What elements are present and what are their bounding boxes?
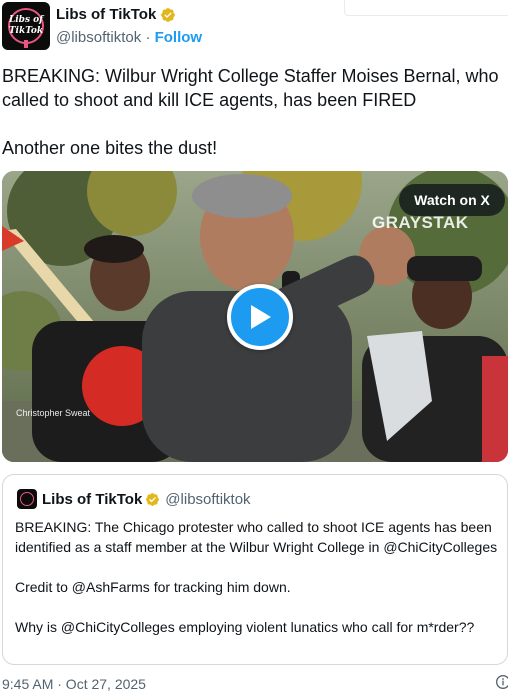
tweet-timestamp[interactable]: 9:45 AM · Oct 27, 2025 xyxy=(2,676,146,692)
author-handle[interactable]: @libsoftiktok xyxy=(56,29,141,46)
quoted-paragraph-3: Why is @ChiCityColleges employing violen… xyxy=(15,619,475,635)
quoted-tweet-header: Libs of TikTok @libsoftiktok xyxy=(17,489,251,509)
quoted-paragraph-2: Credit to @AshFarms for tracking him dow… xyxy=(15,579,291,595)
quoted-paragraph-1: BREAKING: The Chicago protester who call… xyxy=(15,519,498,555)
follow-button[interactable]: Follow xyxy=(155,29,203,46)
tweet-header: Libs of TikTok Libs of TikTok @libsoftik… xyxy=(2,2,202,50)
author-handle-row: @libsoftiktok · Follow xyxy=(56,29,202,46)
quoted-author-avatar xyxy=(17,489,37,509)
quoted-author-handle: @libsoftiktok xyxy=(165,490,251,508)
quoted-verified-badge-icon xyxy=(146,492,160,506)
author-display-name[interactable]: Libs of TikTok xyxy=(56,6,156,23)
tweet-text-line1: BREAKING: Wilbur Wright College Staffer … xyxy=(2,66,499,110)
quoted-author-name: Libs of TikTok xyxy=(42,490,143,508)
play-icon xyxy=(251,305,271,329)
handle-separator: · xyxy=(145,29,151,46)
verified-badge-icon xyxy=(161,7,176,22)
video-thumbnail[interactable]: Watch on X GRAYSTAK Christopher Sweat xyxy=(2,171,508,462)
author-avatar[interactable]: Libs of TikTok xyxy=(2,2,50,50)
author-name-row: Libs of TikTok xyxy=(56,6,202,23)
quoted-avatar-ring xyxy=(20,492,34,506)
info-icon[interactable] xyxy=(495,674,508,690)
tweet-text-line2: Another one bites the dust! xyxy=(2,138,218,158)
quoted-tweet-text: BREAKING: The Chicago protester who call… xyxy=(15,517,503,637)
video-credit: Christopher Sweat xyxy=(16,408,91,418)
play-button[interactable] xyxy=(227,284,293,350)
avatar-logo-text: Libs of TikTok xyxy=(8,15,44,36)
tweet-text: BREAKING: Wilbur Wright College Staffer … xyxy=(2,64,502,160)
author-names: Libs of TikTok @libsoftiktok · Follow xyxy=(56,6,202,46)
quoted-tweet[interactable]: Libs of TikTok @libsoftiktok BREAKING: T… xyxy=(2,474,508,665)
top-right-tab xyxy=(344,0,508,16)
video-watermark: GRAYSTAK xyxy=(372,213,469,232)
watch-on-x-button[interactable]: Watch on X xyxy=(399,184,505,216)
avatar-cross xyxy=(24,40,28,48)
